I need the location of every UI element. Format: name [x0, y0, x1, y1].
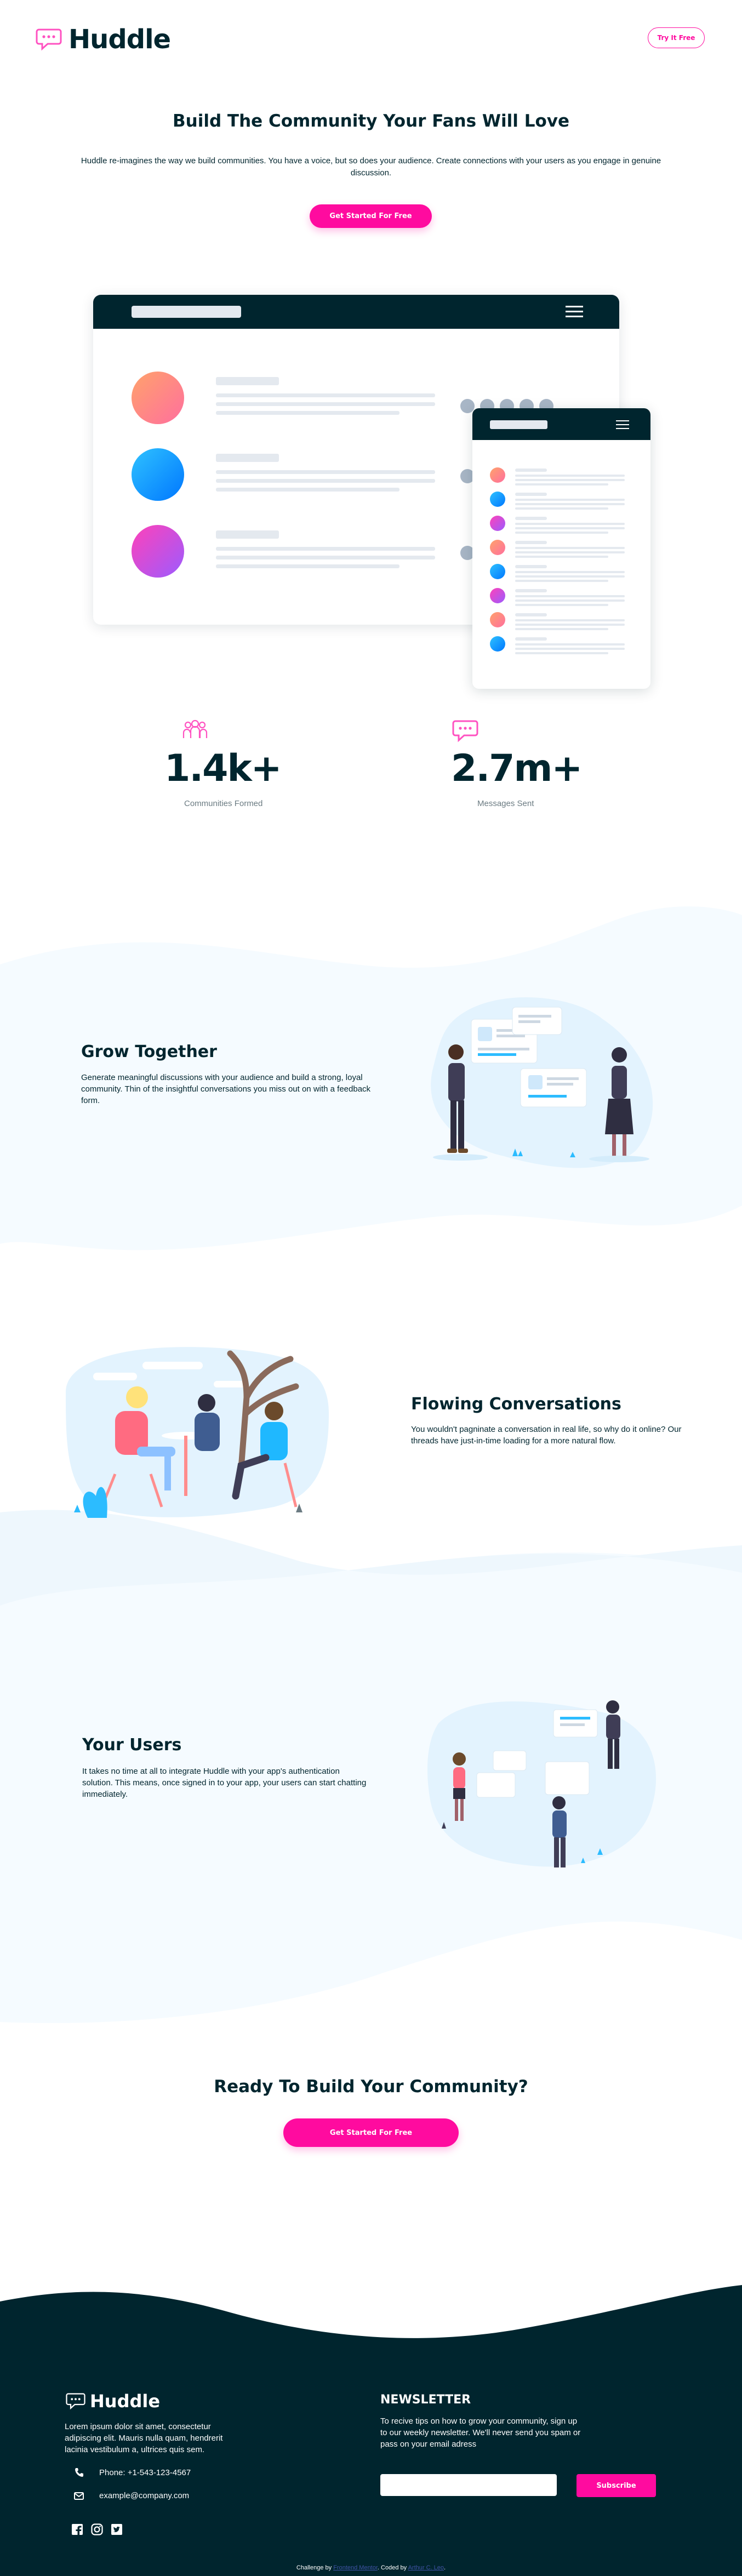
- header-brand: Huddle: [69, 24, 171, 55]
- footer-brand: Huddle: [90, 2391, 161, 2412]
- stat-messages: 2.7m+ Messages Sent: [451, 719, 583, 813]
- chat-bubble-logo-icon: [36, 28, 62, 51]
- your-users-illustration: [427, 1700, 657, 1867]
- newsletter-email-input[interactable]: [380, 2474, 557, 2496]
- twitter-icon[interactable]: [111, 2523, 123, 2535]
- email-icon: [74, 2492, 84, 2500]
- footer-email-text[interactable]: example@company.com: [99, 2491, 189, 2500]
- mobile-mockup: [472, 408, 650, 689]
- feature-title: Grow Together: [81, 1042, 217, 1061]
- mobile-list: [490, 467, 636, 660]
- newsletter-title: NEWSLETTER: [380, 2393, 471, 2407]
- attribution-suffix: .: [444, 2564, 446, 2571]
- stat-label: Messages Sent: [477, 799, 534, 808]
- feature-text: You wouldn't pagninate a conversation in…: [411, 1425, 682, 1446]
- footer-email: example@company.com: [74, 2491, 189, 2500]
- stat-value: 1.4k+: [164, 747, 282, 790]
- attribution: Challenge by Frontend Mentor. Coded by A…: [0, 2564, 742, 2571]
- mockup-avatar: [132, 448, 184, 501]
- footer-phone: Phone: +1-543-123-4567: [74, 2468, 191, 2477]
- stat-label: Communities Formed: [184, 799, 263, 808]
- site-header: Huddle Try It Free: [0, 0, 742, 77]
- footer-logo[interactable]: Huddle: [66, 2391, 160, 2412]
- attribution-link-author[interactable]: Arthur C. Leo: [408, 2564, 444, 2571]
- communities-icon: [182, 719, 208, 738]
- chat-bubble-logo-icon: [66, 2393, 85, 2410]
- messages-icon: [452, 720, 478, 742]
- stat-value: 2.7m+: [451, 747, 583, 790]
- cta-title: Ready To Build Your Community?: [214, 2077, 528, 2097]
- feature-text: It takes no time at all to integrate Hud…: [82, 1767, 367, 1799]
- footer-about: Lorem ipsum dolor sit amet, consectetur …: [65, 2422, 223, 2454]
- attribution-prefix: Challenge by: [296, 2564, 332, 2571]
- phone-icon: [75, 2468, 83, 2477]
- attribution-link-frontend-mentor[interactable]: Frontend Mentor: [333, 2564, 378, 2571]
- instagram-icon[interactable]: [91, 2523, 103, 2535]
- mockup-avatar: [132, 525, 184, 578]
- mockup-url-bar: [132, 306, 241, 318]
- newsletter-text: To recive tips on how to grow your commu…: [380, 2417, 581, 2449]
- feature-text: Generate meaningful discussions with you…: [81, 1073, 371, 1105]
- cta-get-started-button[interactable]: Get Started For Free: [283, 2118, 459, 2147]
- stat-communities: 1.4k+ Communities Formed: [164, 719, 290, 813]
- mockup-topbar: [93, 295, 619, 329]
- footer-phone-text: Phone: +1-543-123-4567: [99, 2468, 191, 2477]
- mockup-menu-icon: [566, 306, 583, 318]
- social-links: [71, 2523, 123, 2535]
- flowing-conversations-illustration: [66, 1347, 329, 1518]
- subscribe-button[interactable]: Subscribe: [577, 2474, 656, 2497]
- mockup-avatar: [132, 372, 184, 424]
- try-it-free-button[interactable]: Try It Free: [648, 27, 705, 48]
- hero-get-started-button[interactable]: Get Started For Free: [310, 204, 432, 228]
- attribution-mid: . Coded by: [377, 2564, 407, 2571]
- header-logo[interactable]: Huddle: [36, 24, 171, 55]
- mobile-topbar: [472, 408, 650, 440]
- feature-title: Flowing Conversations: [411, 1395, 621, 1414]
- grow-together-illustration: [431, 997, 653, 1168]
- hero-title: Build The Community Your Fans Will Love: [173, 111, 569, 131]
- feature-title: Your Users: [82, 1735, 182, 1755]
- facebook-icon[interactable]: [71, 2523, 83, 2535]
- hero-description: Huddle re-imagines the way we build comm…: [81, 156, 661, 178]
